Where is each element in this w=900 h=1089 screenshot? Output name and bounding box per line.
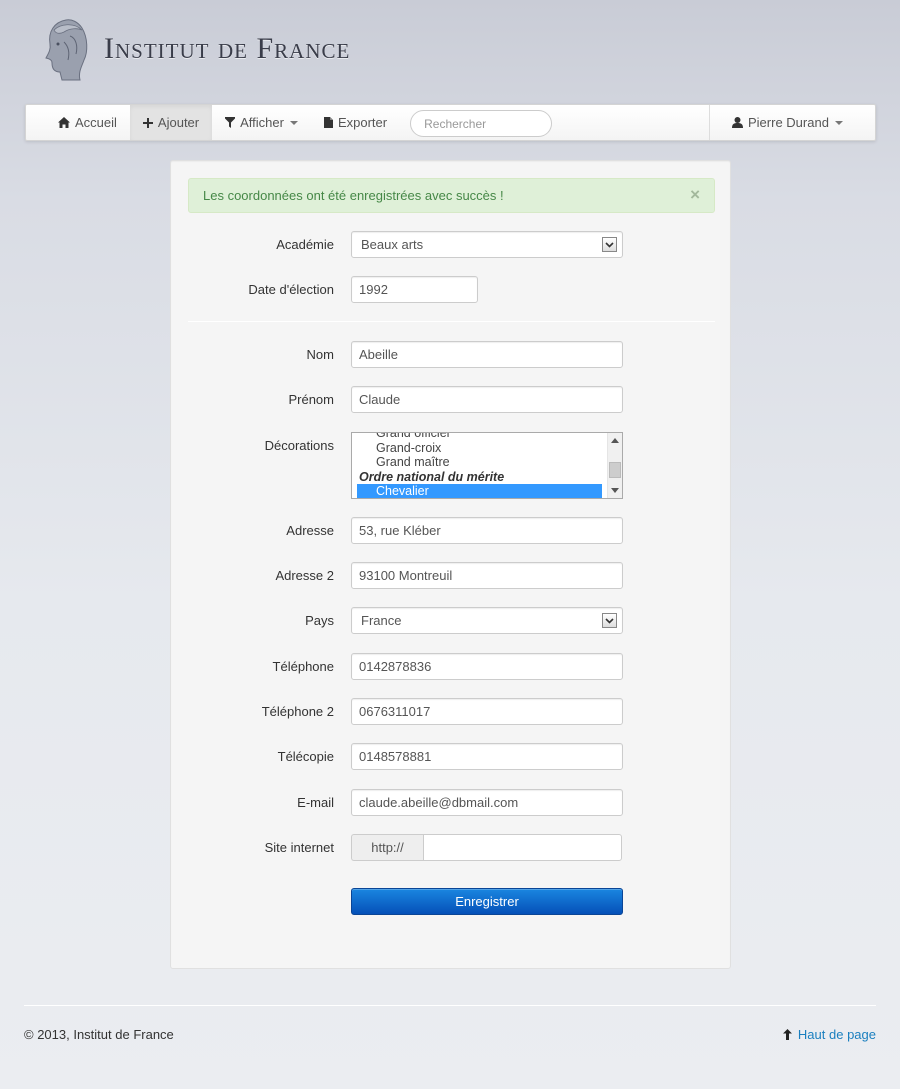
caret-down-icon [834,120,843,125]
list-option[interactable]: Grand maître [357,455,602,470]
user-icon [732,117,743,128]
nav-item-label: Afficher [240,115,284,130]
prenom-label: Prénom [288,392,334,407]
user-menu[interactable]: Pierre Durand [709,105,875,140]
chevron-down-icon [602,613,617,628]
brand-name[interactable]: Institut de France [104,32,350,66]
adresse2-label: Adresse 2 [275,568,334,583]
nom-label: Nom [306,347,334,362]
nav-item-afficher[interactable]: Afficher [212,105,311,140]
footer-divider [24,1005,876,1006]
date-election-input[interactable] [351,276,478,303]
adresse2-input[interactable] [351,562,623,589]
chevron-down-icon [602,237,617,252]
telephone-label: Téléphone [272,659,334,674]
row-prenom: Prénom [171,386,732,414]
copyright: © 2013, Institut de France [24,1027,174,1042]
marianne-head-icon[interactable] [40,16,92,82]
row-telephone2: Téléphone 2 [171,698,732,726]
academie-label: Académie [276,237,334,252]
row-decorations: Décorations Grand officier Grand-croix G… [171,432,732,499]
site-input-group: http:// [351,834,622,861]
site-label: Site internet [264,840,334,855]
site-input[interactable] [423,834,622,861]
pays-select[interactable]: France [351,607,623,634]
filter-icon [225,117,236,128]
close-icon[interactable]: × [690,186,700,204]
user-name: Pierre Durand [748,115,829,130]
pays-value: France [361,613,402,628]
decorations-listbox[interactable]: Grand officier Grand-croix Grand maître … [351,432,623,499]
nav-item-ajouter[interactable]: Ajouter [129,105,213,140]
back-to-top-link[interactable]: Haut de page [782,1027,876,1042]
form-divider [188,321,715,322]
telecopie-input[interactable] [351,743,623,770]
scroll-thumb[interactable] [609,462,621,478]
nav-item-label: Exporter [337,115,388,130]
form-panel: Les coordonnées ont été enregistrées ave… [170,160,731,969]
nav-item-label: Ajouter [157,115,200,130]
alert-message: Les coordonnées ont été enregistrées ave… [203,188,504,203]
row-email: E-mail [171,789,732,817]
listbox-scrollbar[interactable] [607,433,622,498]
telephone-input[interactable] [351,653,623,680]
telecopie-label: Télécopie [277,749,334,764]
row-site: Site internet http:// [171,834,732,862]
list-option-selected[interactable]: Chevalier [357,484,602,498]
academie-value: Beaux arts [361,237,424,252]
back-to-top-label: Haut de page [797,1027,876,1042]
url-prefix-addon: http:// [351,834,423,861]
row-telecopie: Télécopie [171,743,732,771]
row-telephone: Téléphone [171,653,732,681]
row-nom: Nom [171,341,732,369]
nav-item-label: Accueil [75,115,117,130]
decorations-label: Décorations [264,438,334,453]
arrow-up-icon [782,1029,792,1040]
nav-item-accueil[interactable]: Accueil [45,105,130,140]
email-label: E-mail [297,795,334,810]
row-academie: Académie Beaux arts [171,231,732,259]
telephone2-input[interactable] [351,698,623,725]
scroll-down-icon[interactable] [611,488,619,493]
caret-down-icon [289,120,298,125]
search-input[interactable] [410,110,553,137]
row-pays: Pays France [171,607,732,635]
date-election-label: Date d'élection [248,282,334,297]
home-icon [58,117,70,128]
list-option[interactable]: Grand officier [357,433,602,441]
telephone2-label: Téléphone 2 [261,704,334,719]
nom-input[interactable] [351,341,623,368]
row-date-election: Date d'élection [171,276,732,304]
academie-select[interactable]: Beaux arts [351,231,623,258]
list-optgroup: Ordre national du mérite [359,469,505,484]
pays-label: Pays [305,613,334,628]
nav-item-exporter[interactable]: Exporter [311,105,400,140]
navbar: Accueil Ajouter Afficher Exporter Pierre… [25,104,876,141]
save-button[interactable]: Enregistrer [351,888,623,915]
plus-icon [142,117,153,128]
row-adresse: Adresse [171,517,732,545]
success-alert: Les coordonnées ont été enregistrées ave… [188,178,715,213]
scroll-up-icon[interactable] [611,438,619,443]
site-header: Institut de France [40,14,350,84]
file-icon [323,117,333,128]
prenom-input[interactable] [351,386,623,413]
row-adresse2: Adresse 2 [171,562,732,590]
email-input[interactable] [351,789,623,816]
adresse-label: Adresse [286,523,334,538]
adresse-input[interactable] [351,517,623,544]
list-option[interactable]: Grand-croix [357,441,602,456]
